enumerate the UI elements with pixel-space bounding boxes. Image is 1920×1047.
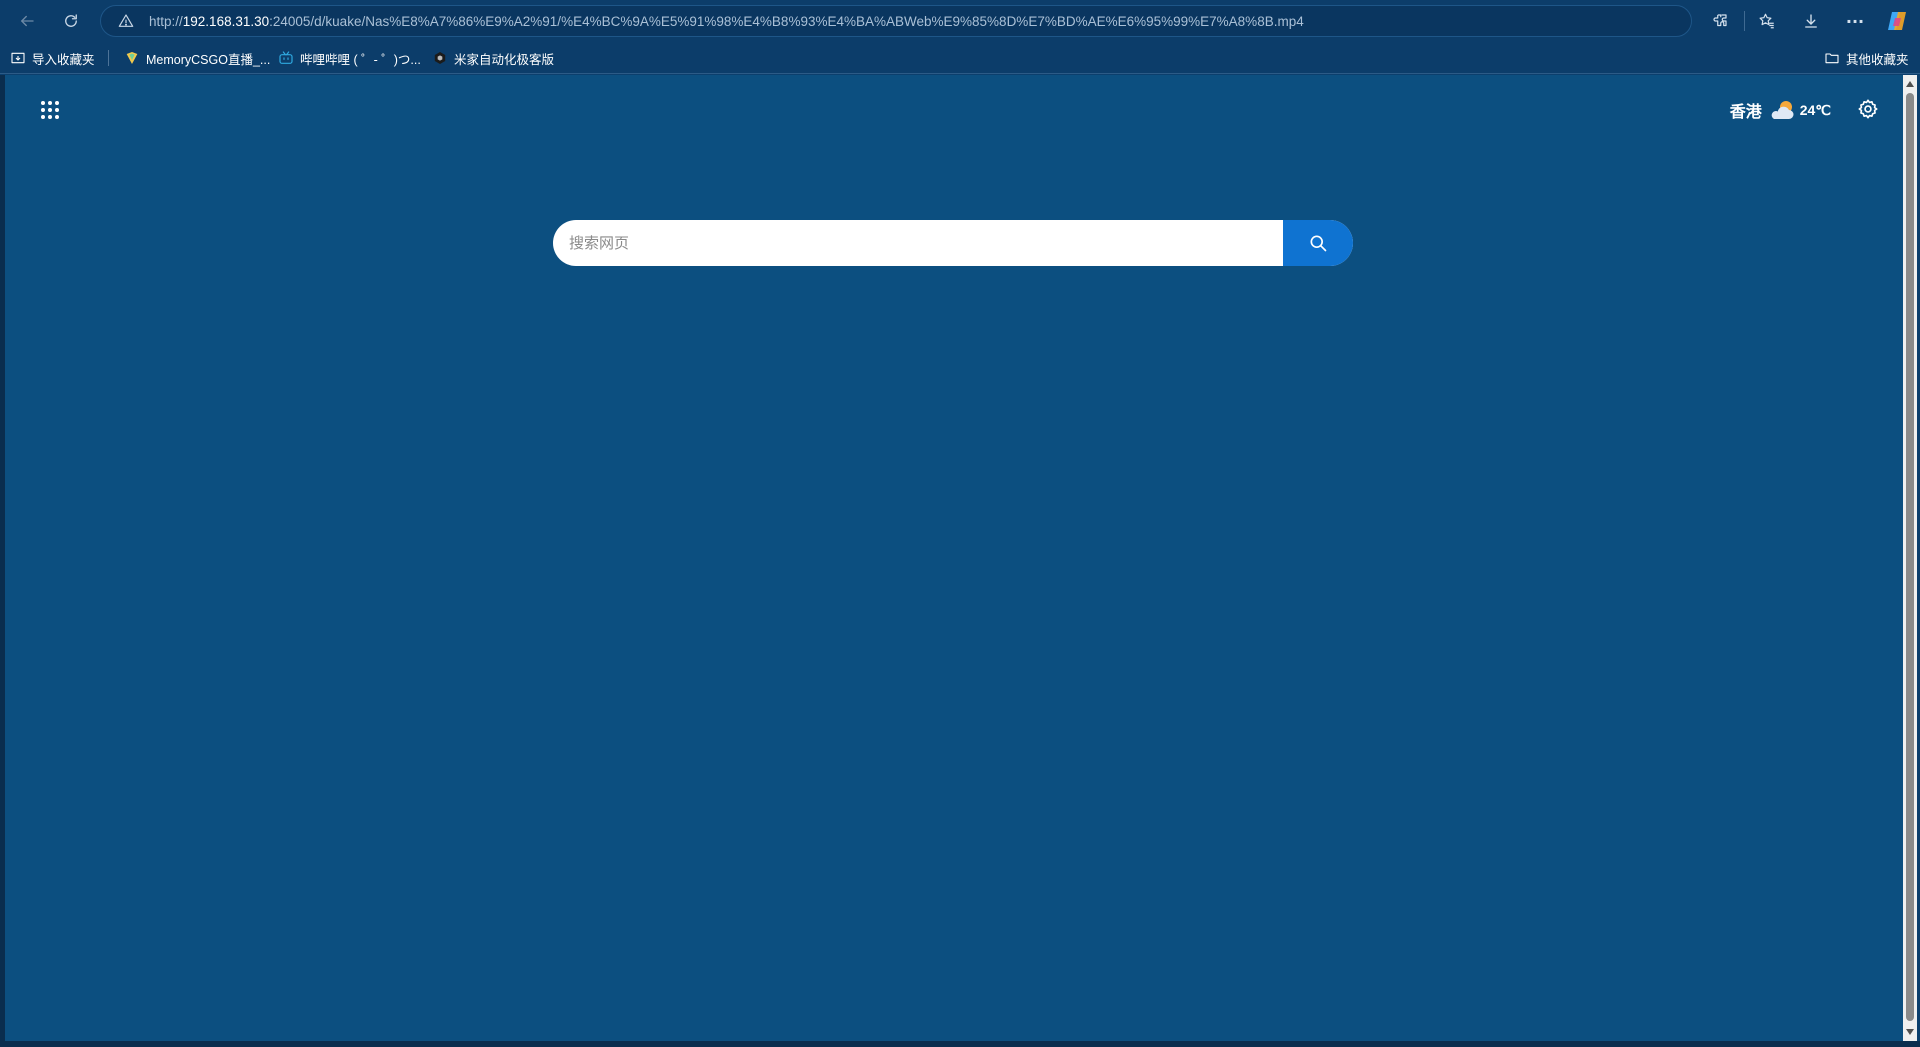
reload-icon [65, 14, 77, 27]
folder-icon [1824, 50, 1840, 66]
scroll-thumb[interactable] [1906, 93, 1914, 1021]
downloads-button[interactable] [1798, 8, 1824, 34]
window-bottom-edge [0, 1041, 1920, 1047]
scroll-down-arrow[interactable] [1906, 1029, 1914, 1035]
bookmark-label: 导入收藏夹 [32, 52, 95, 67]
bookmark-label: MemoryCSGO直播_... [146, 52, 271, 67]
bookmark-mijia[interactable]: 米家自动化极客版 [432, 48, 554, 68]
copilot-icon[interactable] [1885, 9, 1909, 33]
arrow-left-icon [21, 15, 34, 27]
not-secure-warning-icon[interactable] [117, 12, 135, 30]
gear-icon [1858, 99, 1878, 119]
toolbar-divider [1744, 11, 1745, 31]
partly-cloudy-icon [1771, 101, 1794, 119]
more-button[interactable]: ··· [1842, 8, 1868, 34]
bookmark-memorycsgo[interactable]: MemoryCSGO直播_... [124, 48, 270, 68]
back-button[interactable] [14, 8, 40, 34]
address-bar[interactable]: http://192.168.31.30:24005/d/kuake/Nas%E… [100, 5, 1692, 37]
url-path: :24005/d/kuake/Nas%E8%A7%86%E9%A2%91/%E4… [269, 13, 1304, 29]
bookmark-label: 其他收藏夹 [1846, 52, 1909, 67]
scroll-up-arrow[interactable] [1906, 81, 1914, 87]
bookmark-import-favorites[interactable]: 导入收藏夹 [10, 48, 95, 68]
site-favicon [124, 50, 140, 66]
extensions-button[interactable] [1707, 8, 1733, 34]
mijia-icon [432, 50, 448, 66]
favorites-icon [1759, 13, 1774, 29]
weather-temperature: 24℃ [1799, 101, 1831, 118]
url-scheme: http:// [149, 13, 183, 29]
url-text[interactable]: http://192.168.31.30:24005/d/kuake/Nas%E… [149, 14, 1304, 29]
import-favorites-icon [10, 50, 26, 66]
reload-button[interactable] [58, 8, 84, 34]
new-tab-page: 香港 24℃ [5, 75, 1903, 1041]
weather-widget[interactable]: 香港 24℃ [1730, 95, 1831, 125]
search-icon [1310, 235, 1327, 252]
page-scrollbar[interactable] [1903, 75, 1917, 1041]
favorites-button[interactable] [1754, 8, 1780, 34]
apps-launcher-button[interactable] [35, 95, 65, 125]
search-input[interactable] [553, 220, 1283, 266]
page-settings-button[interactable] [1855, 96, 1881, 122]
url-host: 192.168.31.30 [182, 13, 270, 29]
browser-toolbar: http://192.168.31.30:24005/d/kuake/Nas%E… [0, 0, 1920, 42]
weather-city: 香港 [1729, 102, 1762, 121]
search-button[interactable] [1283, 220, 1353, 266]
bookmark-label: 米家自动化极客版 [454, 52, 555, 67]
bilibili-icon [278, 50, 294, 66]
extensions-icon [1713, 14, 1727, 27]
bookmarks-separator [108, 50, 109, 66]
downloads-icon [1805, 14, 1817, 28]
bookmark-label: 哔哩哔哩 ( ゜- ゜)つ... [300, 52, 421, 67]
apps-grid-icon [41, 101, 59, 119]
more-icon: ··· [1845, 11, 1865, 31]
bookmark-bilibili[interactable]: 哔哩哔哩 ( ゜- ゜)つ... [278, 48, 421, 68]
bookmark-other-favorites[interactable]: 其他收藏夹 [1824, 48, 1909, 68]
web-search-box [553, 220, 1353, 266]
